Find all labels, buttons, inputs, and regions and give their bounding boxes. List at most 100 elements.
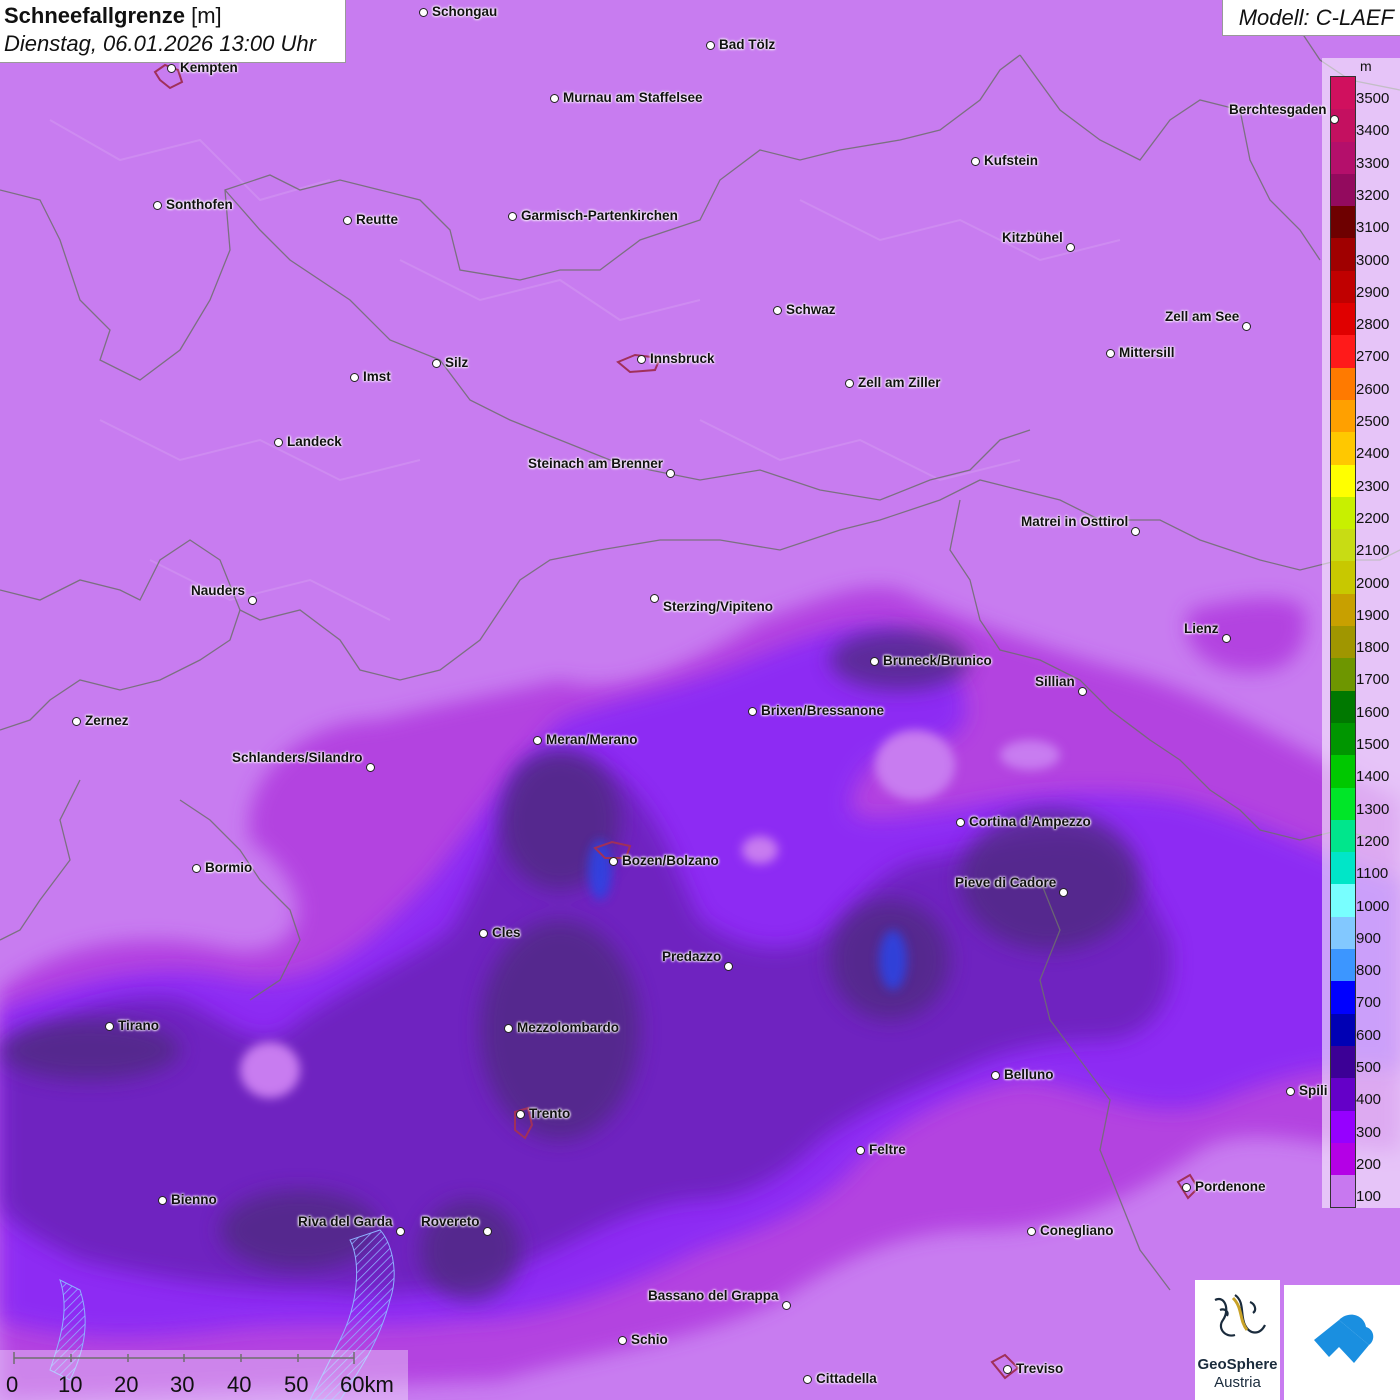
city-label[interactable]: Sonthofen (166, 197, 233, 212)
city-label[interactable]: Imst (363, 369, 391, 384)
city-marker[interactable] (650, 594, 659, 603)
city-label[interactable]: Mezzolombardo (517, 1020, 619, 1035)
city-label[interactable]: Kempten (180, 60, 238, 75)
city-label[interactable]: Treviso (1016, 1361, 1063, 1376)
city-marker[interactable] (105, 1022, 114, 1031)
city-marker[interactable] (666, 469, 675, 478)
city-marker[interactable] (343, 216, 352, 225)
city-marker[interactable] (991, 1071, 1000, 1080)
city-marker[interactable] (856, 1146, 865, 1155)
city-label[interactable]: Schwaz (786, 302, 836, 317)
city-label[interactable]: Schio (631, 1332, 668, 1347)
city-label[interactable]: Tirano (118, 1018, 159, 1033)
city-label[interactable]: Pordenone (1195, 1179, 1266, 1194)
city-label[interactable]: Murnau am Staffelsee (563, 90, 703, 105)
city-marker[interactable] (432, 359, 441, 368)
city-label[interactable]: Berchtesgaden (1229, 102, 1327, 117)
city-marker[interactable] (1242, 322, 1251, 331)
city-marker[interactable] (1131, 527, 1140, 536)
city-marker[interactable] (1182, 1183, 1191, 1192)
city-marker[interactable] (724, 962, 733, 971)
city-label[interactable]: Schongau (432, 4, 497, 19)
city-label[interactable]: Meran/Merano (546, 732, 638, 747)
city-label[interactable]: Matrei in Osttirol (1021, 514, 1128, 529)
city-marker[interactable] (153, 201, 162, 210)
city-marker[interactable] (483, 1227, 492, 1236)
city-label[interactable]: Lienz (1184, 621, 1219, 636)
city-marker[interactable] (508, 212, 517, 221)
city-label[interactable]: Belluno (1004, 1067, 1054, 1082)
city-marker[interactable] (350, 373, 359, 382)
city-marker[interactable] (1066, 243, 1075, 252)
city-marker[interactable] (1003, 1365, 1012, 1374)
city-marker[interactable] (773, 306, 782, 315)
city-marker[interactable] (248, 596, 257, 605)
city-label[interactable]: Bozen/Bolzano (622, 853, 719, 868)
city-marker[interactable] (956, 818, 965, 827)
city-marker[interactable] (533, 736, 542, 745)
city-marker[interactable] (158, 1196, 167, 1205)
geosphere-logo[interactable]: GeoSphere Austria (1195, 1280, 1280, 1400)
city-label[interactable]: Pieve di Cadore (955, 875, 1056, 890)
city-marker[interactable] (748, 707, 757, 716)
city-label[interactable]: Schlanders/Silandro (232, 750, 363, 765)
city-label[interactable]: Nauders (191, 583, 245, 598)
city-label[interactable]: Sillian (1035, 674, 1075, 689)
city-label[interactable]: Kitzbühel (1002, 230, 1063, 245)
city-label[interactable]: Kufstein (984, 153, 1038, 168)
city-label[interactable]: Feltre (869, 1142, 906, 1157)
city-label[interactable]: Mittersill (1119, 345, 1175, 360)
city-marker[interactable] (1059, 888, 1068, 897)
city-label[interactable]: Reutte (356, 212, 398, 227)
city-marker[interactable] (1027, 1227, 1036, 1236)
city-label[interactable]: Silz (445, 355, 468, 370)
city-marker[interactable] (845, 379, 854, 388)
city-label[interactable]: Bormio (205, 860, 252, 875)
city-label[interactable]: Bad Tölz (719, 37, 775, 52)
city-label[interactable]: Cittadella (816, 1371, 877, 1386)
city-label[interactable]: Spili (1299, 1083, 1328, 1098)
city-marker[interactable] (1330, 115, 1339, 124)
city-marker[interactable] (618, 1336, 627, 1345)
city-label[interactable]: Trento (529, 1106, 570, 1121)
city-label[interactable]: Conegliano (1040, 1223, 1114, 1238)
city-marker[interactable] (72, 717, 81, 726)
city-marker[interactable] (396, 1227, 405, 1236)
city-marker[interactable] (706, 41, 715, 50)
city-marker[interactable] (782, 1301, 791, 1310)
city-label[interactable]: Zell am Ziller (858, 375, 941, 390)
city-label[interactable]: Bassano del Grappa (648, 1288, 779, 1303)
city-label[interactable]: Zell am See (1165, 309, 1239, 324)
city-marker[interactable] (803, 1375, 812, 1384)
city-marker[interactable] (971, 157, 980, 166)
city-marker[interactable] (1106, 349, 1115, 358)
city-marker[interactable] (516, 1110, 525, 1119)
city-marker[interactable] (167, 64, 176, 73)
city-label[interactable]: Sterzing/Vipiteno (663, 599, 773, 614)
city-label[interactable]: Riva del Garda (298, 1214, 393, 1229)
city-marker[interactable] (419, 8, 428, 17)
city-label[interactable]: Bienno (171, 1192, 217, 1207)
city-label[interactable]: Rovereto (421, 1214, 480, 1229)
city-label[interactable]: Bruneck/Brunico (883, 653, 992, 668)
city-marker[interactable] (1286, 1087, 1295, 1096)
city-label[interactable]: Steinach am Brenner (528, 456, 663, 471)
app-logo[interactable] (1284, 1285, 1400, 1400)
city-marker[interactable] (479, 929, 488, 938)
city-marker[interactable] (504, 1024, 513, 1033)
city-marker[interactable] (1078, 687, 1087, 696)
city-marker[interactable] (637, 355, 646, 364)
city-label[interactable]: Garmisch-Partenkirchen (521, 208, 678, 223)
city-label[interactable]: Cortina d'Ampezzo (969, 814, 1091, 829)
city-label[interactable]: Zernez (85, 713, 129, 728)
city-label[interactable]: Cles (492, 925, 521, 940)
city-label[interactable]: Landeck (287, 434, 342, 449)
city-marker[interactable] (366, 763, 375, 772)
city-marker[interactable] (609, 857, 618, 866)
city-label[interactable]: Brixen/Bressanone (761, 703, 884, 718)
city-marker[interactable] (1222, 634, 1231, 643)
city-label[interactable]: Predazzo (662, 949, 721, 964)
city-marker[interactable] (192, 864, 201, 873)
city-marker[interactable] (274, 438, 283, 447)
city-marker[interactable] (870, 657, 879, 666)
